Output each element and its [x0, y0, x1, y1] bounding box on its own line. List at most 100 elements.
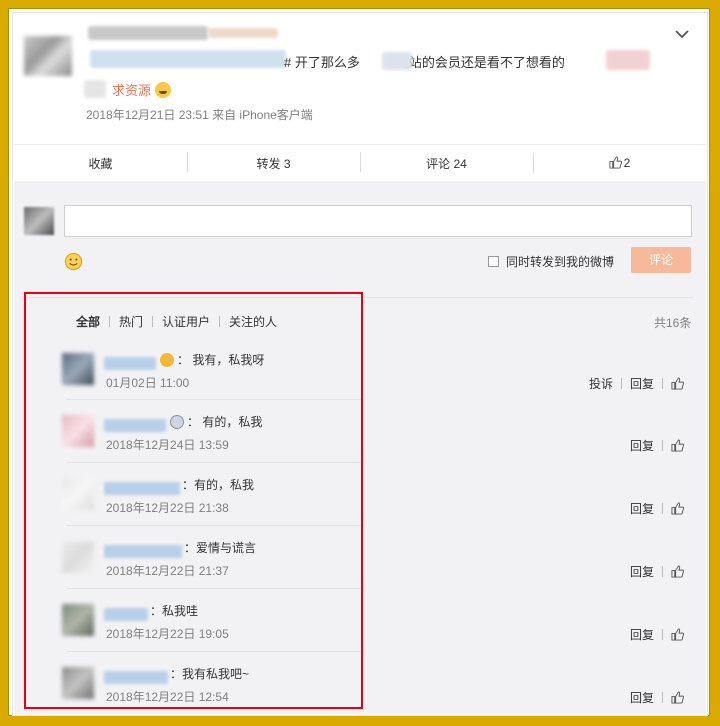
tab-separator	[152, 316, 154, 327]
op-separator	[662, 378, 663, 389]
op-separator	[620, 378, 622, 389]
collect-button[interactable]: 收藏	[14, 155, 187, 172]
post-blur-4	[84, 80, 106, 98]
divider	[24, 297, 694, 298]
sync-forward-option[interactable]: 同时转发到我的微博	[488, 253, 614, 270]
tab-hot[interactable]: 热门	[119, 313, 143, 330]
comment-item: ：我有私我吧~ 2018年12月22日 12:54 回复	[62, 651, 696, 714]
comment-item: ：有的，私我 2018年12月22日 21:38 回复	[62, 462, 696, 525]
thumbs-up-icon[interactable]	[671, 565, 684, 578]
reply-button[interactable]: 回复	[630, 500, 654, 517]
tab-following[interactable]: 关注的人	[229, 313, 277, 330]
comment-item: ： 有的，私我 2018年12月24日 13:59 回复	[62, 399, 696, 462]
comment-item: ： 我有，私我呀 01月02日 11:00 投诉 回复	[62, 337, 696, 400]
submit-comment-button[interactable]: 评论	[631, 247, 691, 273]
op-separator	[662, 692, 663, 703]
comment-time: 2018年12月22日 19:05	[106, 627, 229, 641]
comment-label: 评论 24	[426, 156, 467, 171]
commenter-name[interactable]	[104, 608, 148, 621]
comment-text-content: ：爱情与谎言	[184, 541, 257, 555]
comment-text: ： 我有，私我呀	[160, 351, 264, 368]
comment-item: ：爱情与谎言 2018年12月22日 21:37 回复	[62, 525, 696, 588]
emoji-icon	[170, 415, 184, 429]
comment-tabs: 全部 热门 认证用户 关注的人	[76, 313, 277, 330]
comment-text: ：我有私我吧~	[170, 665, 249, 682]
reply-button[interactable]: 回复	[630, 375, 654, 392]
reply-button[interactable]: 回复	[630, 563, 654, 580]
commenter-avatar[interactable]	[62, 478, 94, 510]
collect-label: 收藏	[88, 156, 113, 171]
comment-time: 2018年12月24日 13:59	[106, 438, 229, 452]
commenter-name[interactable]	[104, 671, 168, 684]
author-name-blurred-2	[208, 28, 278, 38]
row-divider	[66, 588, 362, 589]
tab-separator	[109, 316, 111, 327]
comment-text: ：爱情与谎言	[184, 539, 256, 556]
commenter-avatar[interactable]	[62, 415, 94, 447]
forward-label: 转发 3	[256, 156, 291, 171]
comment-time: 01月02日 11:00	[106, 376, 190, 390]
report-button[interactable]: 投诉	[589, 375, 613, 392]
commenter-avatar[interactable]	[62, 541, 94, 573]
reply-button[interactable]: 回复	[630, 437, 654, 454]
emoji-icon	[155, 82, 172, 98]
thumbs-up-icon[interactable]	[671, 691, 684, 704]
sync-checkbox[interactable]	[488, 256, 499, 267]
comment-actions: 回复	[630, 500, 684, 517]
forward-button[interactable]: 转发 3	[187, 151, 360, 172]
commenter-avatar[interactable]	[62, 667, 94, 699]
comment-button[interactable]: 评论 24	[360, 151, 533, 172]
author-name-blurred[interactable]	[88, 26, 208, 40]
comment-input[interactable]	[64, 205, 692, 237]
comment-actions: 回复	[630, 563, 684, 580]
thumbs-up-icon[interactable]	[671, 628, 684, 641]
post-text-main: 开了那么多	[291, 55, 360, 70]
thumbs-up-icon[interactable]	[671, 439, 684, 452]
post-text-mid: 网站的会员还是看不了想看的	[395, 55, 565, 70]
commenter-name[interactable]	[104, 357, 156, 370]
post-blur-3	[606, 50, 650, 70]
thumbs-up-icon[interactable]	[671, 377, 684, 390]
comment-total: 共16条	[654, 316, 692, 330]
op-separator	[662, 440, 663, 451]
commenter-name[interactable]	[104, 545, 182, 558]
smile-icon[interactable]	[64, 252, 83, 271]
comment-time: 2018年12月22日 21:38	[106, 501, 229, 515]
like-button[interactable]: 2	[533, 153, 706, 173]
comment-item: ：私我哇 2018年12月22日 19:05 回复	[62, 588, 696, 651]
row-divider	[66, 399, 362, 400]
row-divider	[66, 462, 362, 463]
reply-button[interactable]: 回复	[630, 626, 654, 643]
commenter-name[interactable]	[104, 482, 180, 495]
post-tag[interactable]: 求资源	[112, 80, 172, 99]
tab-verified[interactable]: 认证用户	[162, 313, 210, 330]
commenter-avatar[interactable]	[62, 604, 94, 636]
row-divider	[66, 525, 362, 526]
comment-text-content: ： 我有，私我呀	[177, 353, 265, 367]
op-separator	[662, 503, 663, 514]
my-avatar[interactable]	[24, 207, 54, 235]
reply-button[interactable]: 回复	[630, 689, 654, 706]
comment-actions: 投诉 回复	[589, 375, 684, 392]
post-tag-text[interactable]: 求资源	[112, 83, 151, 98]
comment-text-content: ：私我哇	[150, 604, 199, 618]
commenter-name[interactable]	[104, 419, 166, 432]
emoji-icon	[160, 353, 174, 367]
post-blur-2	[382, 52, 412, 70]
comment-text-content: ： 有的，私我	[187, 415, 263, 429]
chevron-down-icon[interactable]	[674, 28, 690, 40]
comment-text-content: ：我有私我吧~	[170, 667, 250, 681]
thumbs-up-icon[interactable]	[671, 502, 684, 515]
comment-actions: 回复	[630, 437, 684, 454]
like-count: 2	[623, 156, 631, 170]
comment-text-content: ：有的，私我	[182, 478, 255, 492]
tab-all[interactable]: 全部	[76, 313, 100, 330]
action-bar: 收藏 转发 3 评论 24 2	[14, 144, 706, 181]
comment-time: 2018年12月22日 21:37	[106, 564, 229, 578]
post-text: # 开了那么多 网站的会员还是看不了想看的	[86, 52, 565, 71]
op-separator	[662, 566, 663, 577]
commenter-avatar[interactable]	[62, 353, 94, 385]
author-avatar[interactable]	[24, 36, 72, 76]
comment-actions: 回复	[630, 689, 684, 706]
comment-text: ：私我哇	[150, 602, 198, 619]
